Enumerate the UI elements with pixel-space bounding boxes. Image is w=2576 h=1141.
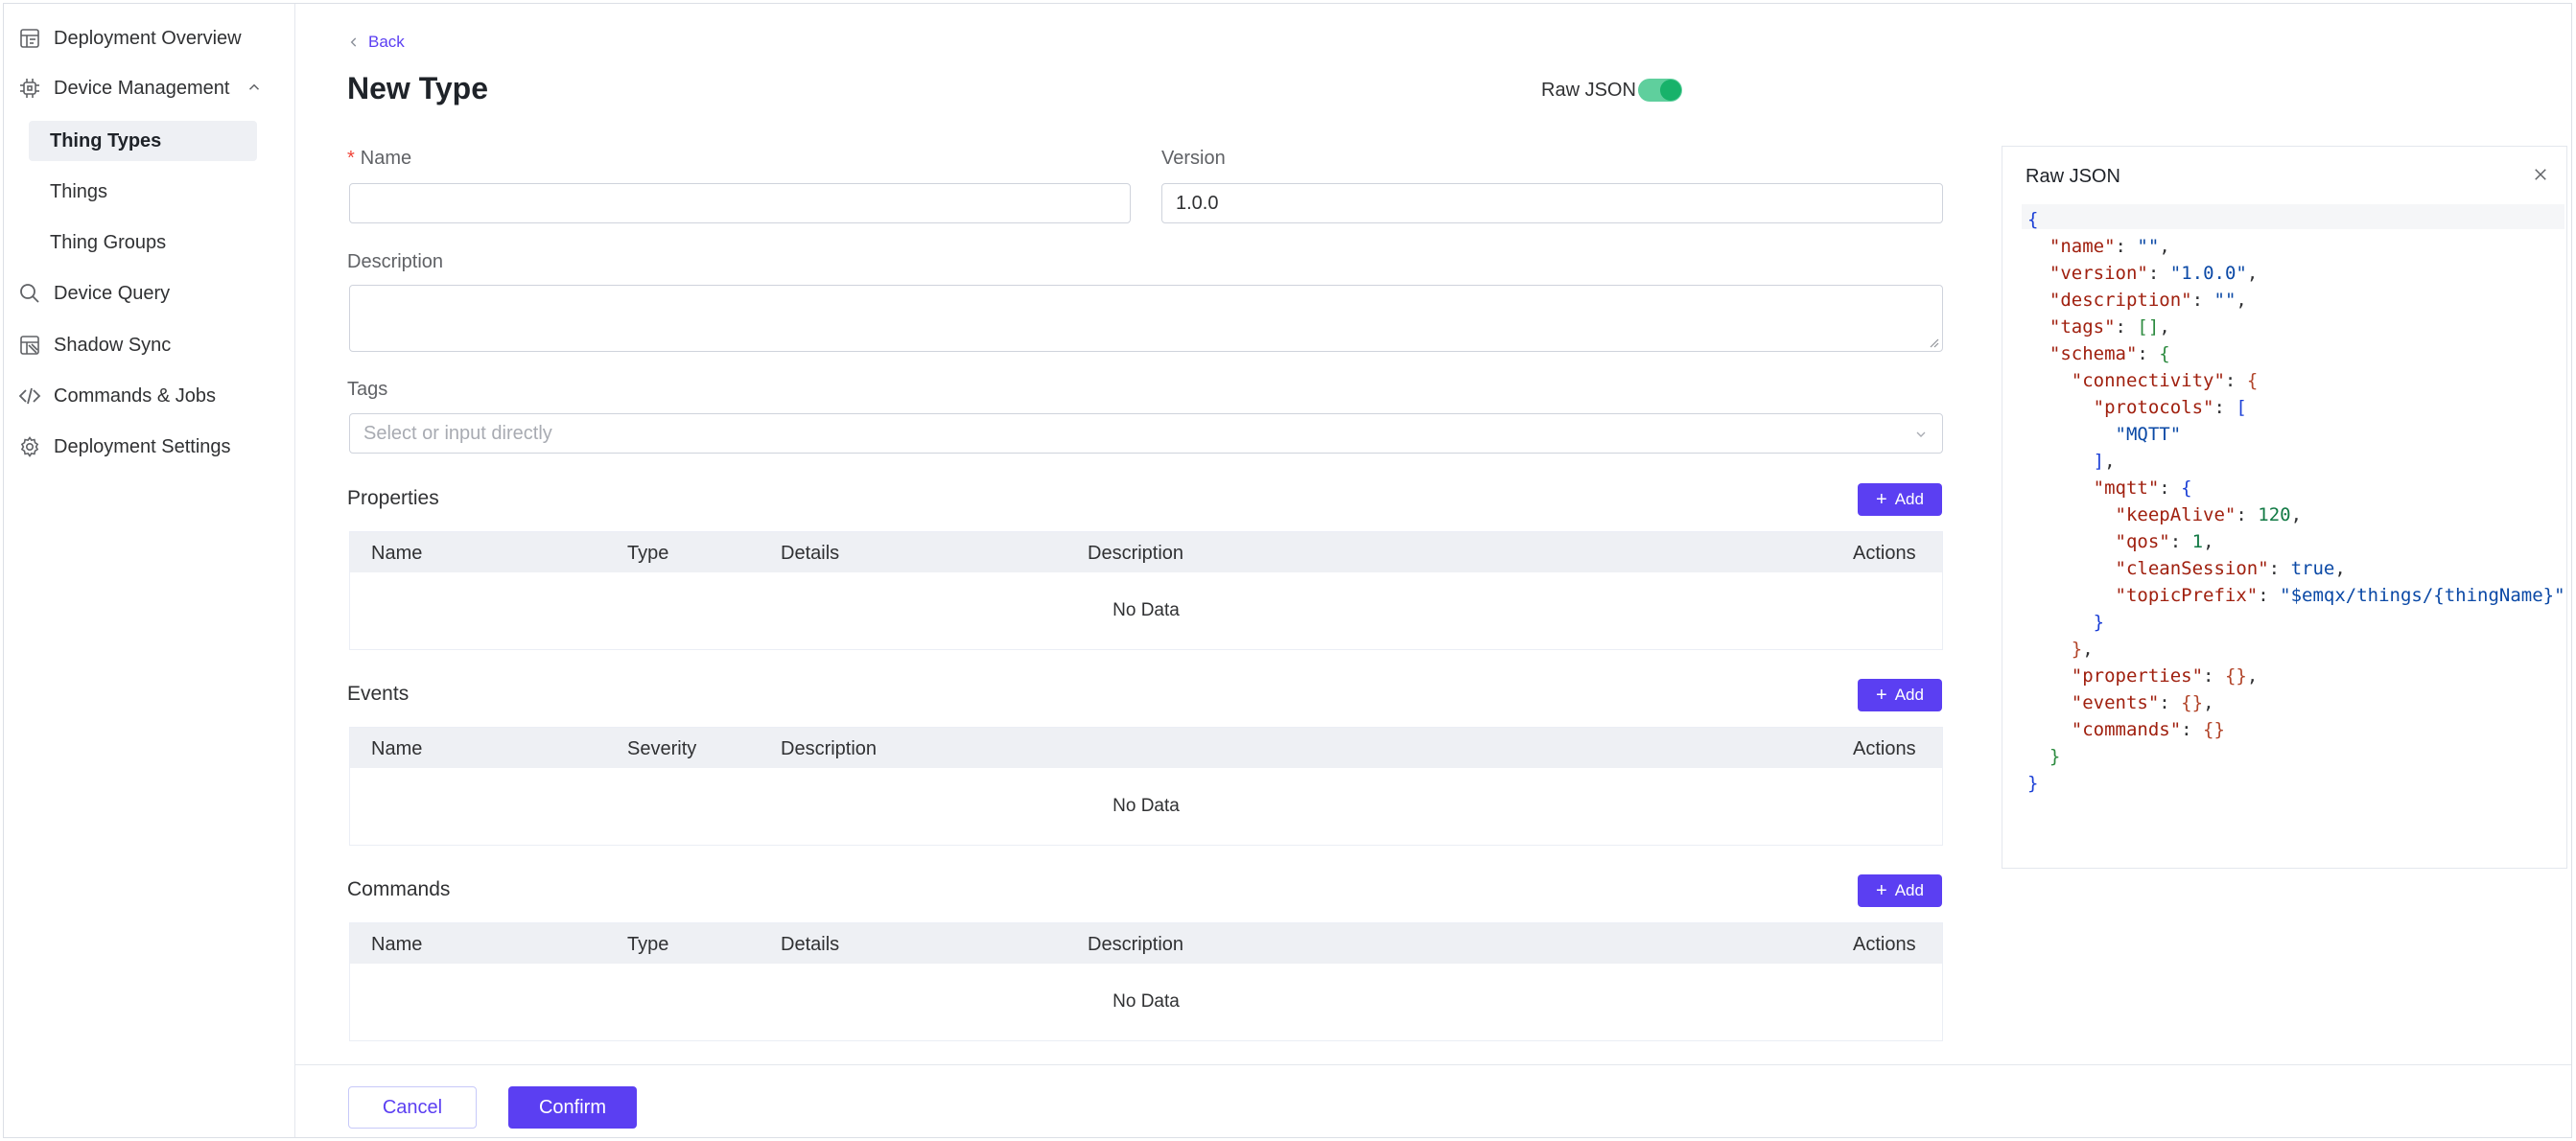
resize-handle-icon[interactable] [1928, 337, 1939, 348]
footer-bar: Cancel Confirm [295, 1064, 2571, 1137]
app-window: Deployment Overview Device Management Th… [3, 3, 2572, 1138]
nav-commands-jobs[interactable]: Commands & Jobs [4, 375, 295, 417]
empty-state: No Data [1112, 991, 1180, 1012]
search-icon [17, 281, 42, 306]
column-header: Name [371, 934, 423, 955]
column-header: Details [781, 934, 840, 955]
chip-icon [17, 76, 42, 101]
sidebar-item-things[interactable]: Things [29, 172, 257, 212]
add-event-button[interactable]: + Add [1858, 679, 1942, 711]
name-field[interactable] [349, 183, 1131, 223]
column-header: Actions [1853, 738, 1916, 759]
chevron-left-icon [350, 37, 357, 47]
column-header: Description [1088, 934, 1184, 955]
nav-shadow-sync[interactable]: Shadow Sync [4, 324, 295, 366]
add-property-button[interactable]: + Add [1858, 483, 1942, 516]
version-label: Version [1161, 148, 1226, 169]
raw-json-panel-title: Raw JSON [2026, 166, 2120, 187]
column-header: Description [781, 738, 878, 759]
plus-icon: + [1876, 489, 1887, 510]
version-field[interactable]: 1.0.0 [1161, 183, 1943, 223]
nav-label: Deployment Settings [54, 435, 231, 457]
chevron-up-icon[interactable] [246, 79, 263, 96]
nav-label: Commands & Jobs [54, 384, 216, 407]
tags-select[interactable]: Select or input directly [349, 413, 1943, 454]
column-header: Severity [627, 738, 697, 759]
page-title: New Type [347, 71, 488, 105]
add-command-button[interactable]: + Add [1858, 874, 1942, 907]
confirm-button[interactable]: Confirm [508, 1086, 637, 1129]
nav-deployment-settings[interactable]: Deployment Settings [4, 426, 295, 468]
tags-label: Tags [347, 379, 388, 400]
nav-device-query[interactable]: Device Query [4, 272, 295, 314]
json-topicprefix-value: $emqx/things/{thingName} [2290, 585, 2555, 606]
description-field[interactable] [349, 285, 1943, 352]
properties-table: Name Type Details Description Actions No… [349, 531, 1943, 650]
json-keepalive-value: 120 [2258, 504, 2291, 525]
nav-device-management[interactable]: Device Management [4, 67, 295, 109]
dashboard-icon [17, 26, 42, 51]
empty-state: No Data [1112, 796, 1180, 816]
plus-icon: + [1876, 685, 1887, 706]
json-protocol-value: MQTT [2125, 424, 2170, 445]
name-label: * Name [347, 148, 412, 169]
events-title: Events [347, 683, 410, 705]
sidebar-item-thing-groups[interactable]: Thing Groups [29, 222, 257, 263]
column-header: Details [781, 543, 840, 564]
commands-table: Name Type Details Description Actions No… [349, 922, 1943, 1041]
shadow-sync-icon [17, 333, 42, 358]
table-header: Name Type Details Description Actions [350, 532, 1942, 572]
nav-deployment-overview[interactable]: Deployment Overview [4, 17, 295, 59]
back-label: Back [368, 33, 405, 51]
raw-json-toggle[interactable] [1638, 79, 1682, 102]
nav-label: Device Query [54, 282, 171, 304]
table-header: Name Type Details Description Actions [350, 923, 1942, 964]
description-label: Description [347, 251, 444, 272]
column-header: Description [1088, 543, 1184, 564]
commands-title: Commands [347, 878, 451, 900]
tags-placeholder: Select or input directly [363, 422, 552, 444]
column-header: Type [627, 543, 669, 564]
plus-icon: + [1876, 880, 1887, 901]
gear-icon [17, 434, 42, 459]
column-header: Actions [1853, 934, 1916, 955]
json-qos-value: 1 [2191, 531, 2204, 552]
sidebar: Deployment Overview Device Management Th… [4, 4, 295, 1137]
close-icon[interactable] [2532, 166, 2549, 183]
empty-state: No Data [1112, 600, 1180, 620]
table-header: Name Severity Description Actions [350, 728, 1942, 768]
nav-label: Deployment Overview [54, 27, 242, 49]
json-code-editor[interactable]: { "name": "", "version": "1.0.0", "descr… [2027, 206, 2565, 797]
cancel-button[interactable]: Cancel [348, 1086, 477, 1129]
column-header: Type [627, 934, 669, 955]
nav-label: Device Management [54, 77, 230, 99]
events-table: Name Severity Description Actions No Dat… [349, 727, 1943, 846]
nav-label: Shadow Sync [54, 334, 172, 356]
column-header: Actions [1853, 543, 1916, 564]
toggle-knob [1660, 80, 1681, 101]
json-cleansession-value: true [2290, 558, 2335, 579]
raw-json-toggle-label: Raw JSON [1541, 80, 1636, 101]
column-header: Name [371, 738, 423, 759]
json-version-value: 1.0.0 [2181, 263, 2236, 284]
properties-title: Properties [347, 487, 439, 509]
sidebar-item-thing-types[interactable]: Thing Types [29, 121, 257, 161]
raw-json-panel: Raw JSON { "name": "", "version": "1.0.0… [2002, 146, 2567, 869]
chevron-down-icon [1916, 431, 1926, 437]
code-icon [17, 384, 42, 408]
back-link[interactable]: Back [347, 33, 405, 52]
column-header: Name [371, 543, 423, 564]
